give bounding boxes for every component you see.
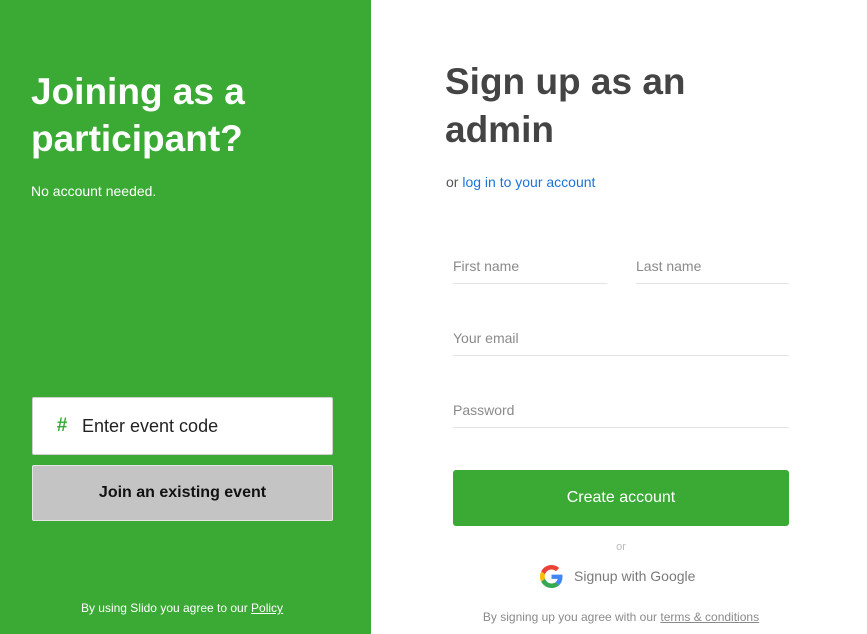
terms-prefix: By signing up you agree with our <box>482 610 661 624</box>
footer-text: By using Slido you agree to our <box>80 601 252 615</box>
first-name-field[interactable] <box>453 248 607 284</box>
signup-title: Sign up as an admin <box>445 61 686 150</box>
event-code-field[interactable]: # <box>32 397 333 455</box>
google-signup-button[interactable]: Signup with Google <box>531 561 711 591</box>
last-name-field[interactable] <box>636 248 789 284</box>
password-field[interactable] <box>453 392 789 428</box>
terms-line: By signing up you agree with our terms &… <box>453 610 789 624</box>
participant-title: Joining as a participant? <box>31 71 245 159</box>
or-divider: or <box>616 541 626 553</box>
create-account-button[interactable]: Create account <box>453 470 789 526</box>
hash-icon: # <box>56 415 68 436</box>
join-event-button[interactable]: Join an existing event <box>32 465 333 521</box>
login-prefix: or <box>446 174 463 190</box>
participant-subtitle: No account needed. <box>31 183 157 199</box>
admin-signup-panel: Sign up as an admin or log in to your ac… <box>371 0 867 634</box>
participant-footer: By using Slido you agree to our Policy <box>0 601 364 615</box>
participant-panel: Joining as a participant? No account nee… <box>0 0 371 634</box>
login-link[interactable]: log in to your account <box>462 174 595 190</box>
google-logo-icon <box>540 564 563 588</box>
terms-link[interactable]: terms & conditions <box>660 610 759 624</box>
email-field[interactable] <box>453 320 789 356</box>
google-signup-label: Signup with Google <box>574 568 696 584</box>
event-code-input[interactable] <box>82 415 312 437</box>
login-line: or log in to your account <box>446 174 595 190</box>
policy-link[interactable]: Policy <box>251 601 283 615</box>
